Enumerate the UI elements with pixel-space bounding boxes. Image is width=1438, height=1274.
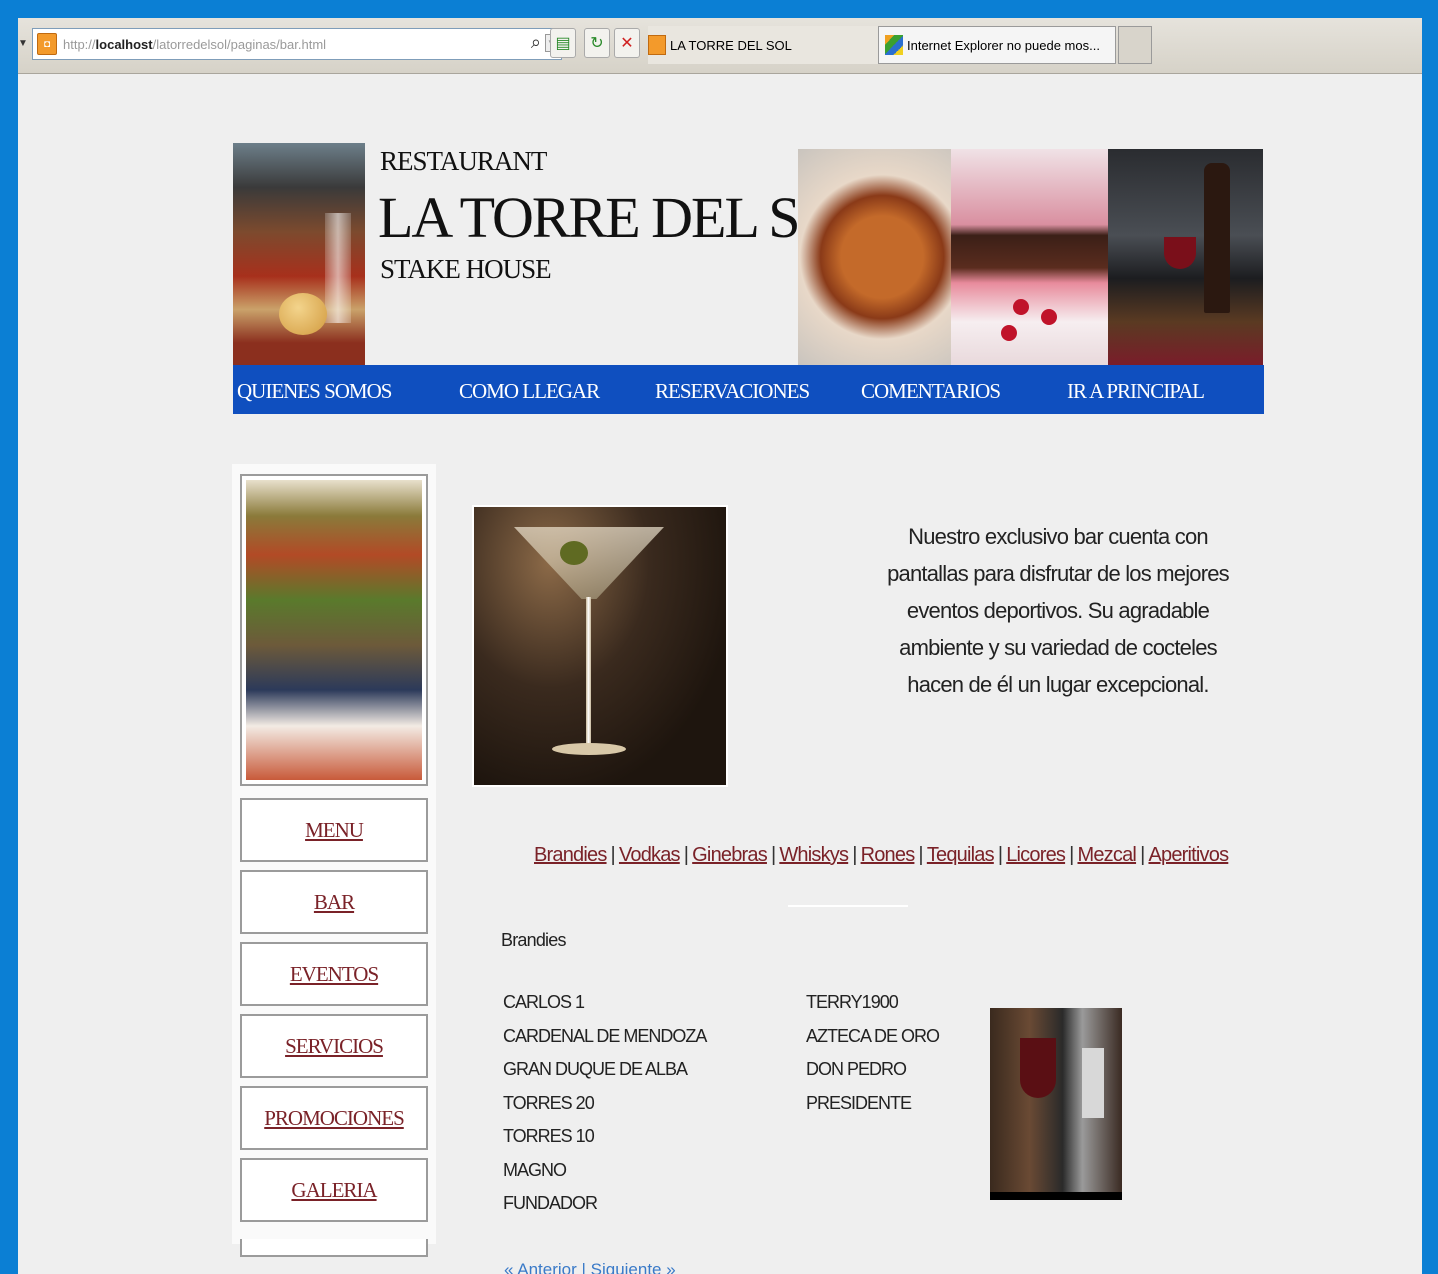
list-item: MAGNO: [503, 1159, 567, 1180]
search-icon[interactable]: ⌕: [531, 32, 541, 53]
list-item: PRESIDENTE: [806, 1092, 912, 1113]
sidebar-item-promociones[interactable]: PROMOCIONES: [240, 1086, 428, 1150]
sidebar-footer: [240, 1239, 428, 1257]
section-title: Brandies: [501, 930, 566, 950]
bar-description: Nuestro exclusivo bar cuenta con pantall…: [887, 524, 1230, 697]
header-food-photo: [798, 149, 951, 365]
list-item: TERRY1900: [806, 992, 899, 1012]
category-link-tequilas[interactable]: Tequilas: [927, 844, 995, 866]
nav-como-llegar[interactable]: COMO LLEGAR: [459, 379, 600, 404]
list-item: CARLOS 1: [503, 992, 585, 1012]
compatibility-view-icon[interactable]: ▤: [550, 28, 576, 58]
tab-label: LA TORRE DEL SOL: [670, 37, 792, 53]
category-links: Brandies | Vodkas | Ginebras | Whiskys | Rones | T…: [534, 844, 1229, 866]
sidebar-link[interactable]: EVENTOS: [290, 962, 379, 987]
header-wine-photo: [1108, 149, 1263, 365]
category-link-mezcal[interactable]: Mezcal: [1078, 844, 1137, 866]
tab-label: Internet Explorer no puede mos...: [907, 37, 1100, 53]
nav-ir-a-principal[interactable]: IR A PRINCIPAL: [1067, 379, 1205, 404]
tab-favicon-icon: [648, 35, 666, 55]
tab-la-torre-del-sol[interactable]: LA TORRE DEL SOL x: [648, 26, 888, 64]
divider: [788, 905, 908, 907]
sidebar-item-eventos[interactable]: EVENTOS: [240, 942, 428, 1006]
brandies-list-right: TERRY1900 AZTECA DE ORO DON PEDRO PRESID…: [806, 986, 940, 1120]
list-item: CARDENAL DE MENDOZA: [503, 1025, 707, 1046]
sidebar-link[interactable]: GALERIA: [291, 1178, 377, 1203]
toolbar-dropdown-icon[interactable]: ▼: [18, 38, 28, 49]
list-item: FUNDADOR: [503, 1193, 598, 1213]
refresh-icon[interactable]: ↻: [584, 28, 610, 58]
sidebar-link[interactable]: MENU: [305, 818, 364, 843]
header-dessert-photo: [951, 149, 1108, 365]
category-link-whiskys[interactable]: Whiskys: [779, 844, 849, 866]
nav-comentarios[interactable]: COMENTARIOS: [861, 379, 1001, 404]
address-protocol: http://: [63, 36, 96, 52]
list-item: DON PEDRO: [806, 1059, 907, 1079]
nav-quienes-somos[interactable]: QUIENES SOMOS: [237, 379, 392, 404]
sidebar-link[interactable]: SERVICIOS: [285, 1034, 384, 1059]
category-link-aperitivos[interactable]: Aperitivos: [1148, 844, 1229, 866]
main-nav: QUIENES SOMOS COMO LLEGAR RESERVACIONES …: [233, 365, 1264, 414]
tab-ie-error[interactable]: Internet Explorer no puede mos...: [878, 26, 1116, 64]
sidebar-link[interactable]: PROMOCIONES: [264, 1106, 405, 1131]
sidebar-link[interactable]: BAR: [314, 890, 355, 915]
list-item: TORRES 10: [503, 1126, 595, 1146]
category-link-licores[interactable]: Licores: [1006, 844, 1066, 866]
new-tab-button[interactable]: [1118, 26, 1152, 64]
sidebar-item-menu[interactable]: MENU: [240, 798, 428, 862]
sidebar-item-servicios[interactable]: SERVICIOS: [240, 1014, 428, 1078]
address-host: localhost: [95, 36, 153, 52]
address-path: /latorredelsol/paginas/bar.html: [152, 36, 327, 52]
header-restaurant-photo: [233, 143, 365, 365]
stop-icon[interactable]: ✕: [614, 28, 640, 58]
header-kicker: RESTAURANT: [380, 146, 547, 176]
header-subtitle: STAKE HOUSE: [380, 254, 552, 284]
list-item: AZTECA DE ORO: [806, 1025, 940, 1046]
sidebar-item-bar[interactable]: BAR: [240, 870, 428, 934]
nav-reservaciones[interactable]: RESERVACIONES: [655, 379, 810, 404]
sidebar-dining-photo: [240, 474, 428, 786]
pager-links[interactable]: « Anterior | Siguiente »: [504, 1260, 676, 1274]
address-bar[interactable]: ◘ http:// localhost /latorredelsol/pagin…: [32, 28, 562, 60]
page-favicon-icon: ◘: [37, 33, 57, 55]
category-link-vodkas[interactable]: Vodkas: [619, 844, 681, 866]
sidebar: MENU BAR EVENTOS SERVICIOS PROMOCIONES G…: [232, 464, 436, 1257]
brandy-photo: [990, 1008, 1122, 1200]
list-item: GRAN DUQUE DE ALBA: [503, 1059, 688, 1079]
ie-icon: [885, 35, 903, 55]
martini-photo: [472, 505, 728, 787]
sidebar-item-galeria[interactable]: GALERIA: [240, 1158, 428, 1222]
brandies-list-left: CARLOS 1 CARDENAL DE MENDOZA GRAN DUQUE …: [503, 986, 707, 1221]
category-link-brandies[interactable]: Brandies: [534, 844, 607, 866]
category-link-ginebras[interactable]: Ginebras: [692, 844, 768, 866]
browser-toolbar: ▼ ◘ http:// localhost /latorredelsol/pag…: [18, 18, 1422, 74]
browser-window: ▼ ◘ http:// localhost /latorredelsol/pag…: [18, 18, 1422, 1274]
category-link-rones[interactable]: Rones: [861, 844, 916, 866]
list-item: TORRES 20: [503, 1092, 595, 1113]
